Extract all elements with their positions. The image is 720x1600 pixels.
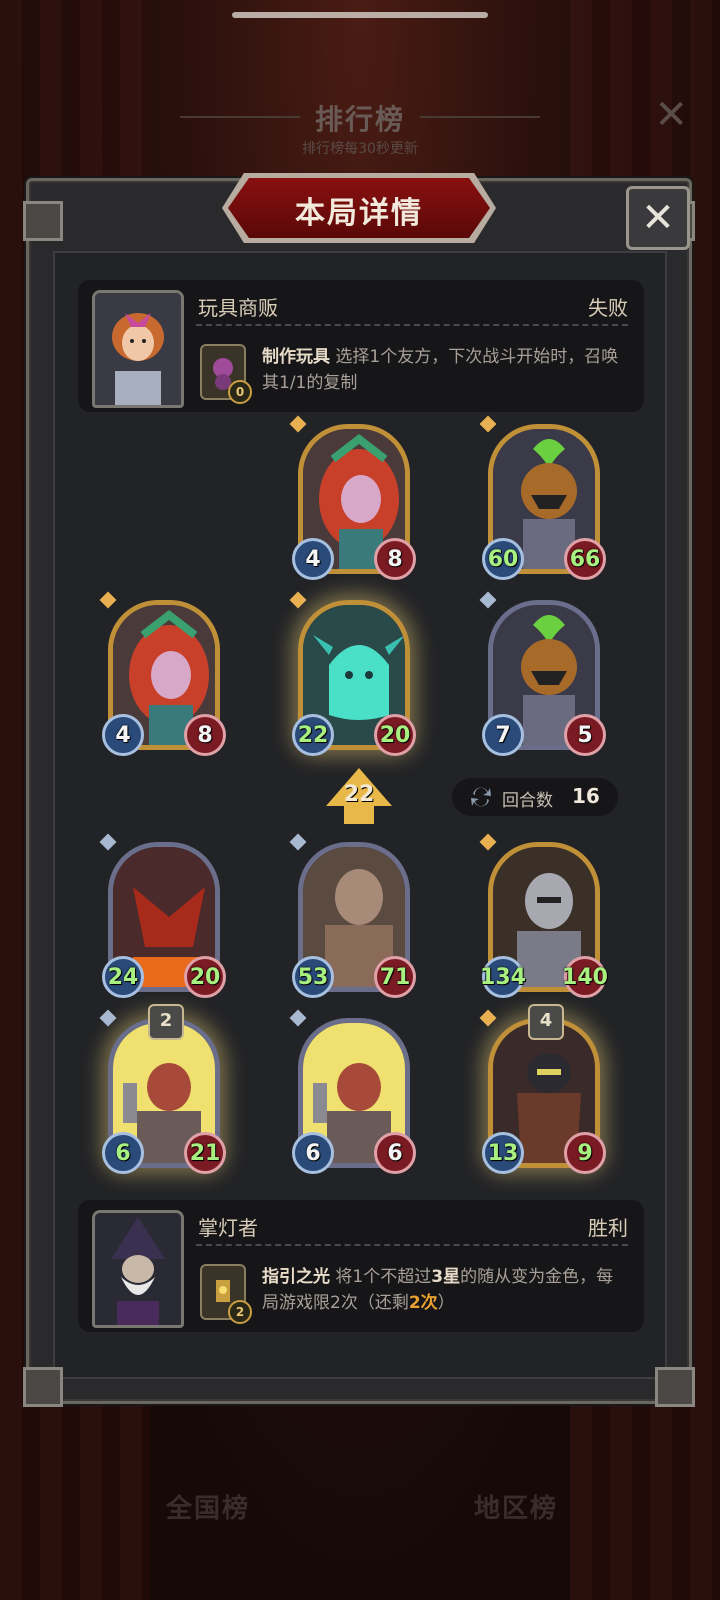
tab-region[interactable]: 地区榜 [474,1488,558,1525]
attack-stat: 6 [102,1132,144,1174]
player-minion-card[interactable]: 2 6 21 [99,1004,226,1174]
opponent-minion-card[interactable]: 48 [99,591,226,756]
attack-stat: 4 [292,538,334,580]
attack-stat: 7 [482,714,524,756]
ability-cost-badge: 0 [228,380,252,404]
opponent-minion-card[interactable]: 60 66 [479,415,606,580]
ranking-title: 排行榜 [314,103,405,136]
attack-stat: 4 [102,714,144,756]
divider [196,1244,628,1246]
attack-stat: 134 [480,956,526,998]
health-stat: 66 [564,538,606,580]
player-minion-card[interactable]: 4 13 9 [479,1004,606,1174]
player-minion-card[interactable]: 53 71 [289,833,416,998]
divider [196,324,628,326]
ability-description: 指引之光 将1个不超过3星的随从变为金色，每局游戏限2次（还剩2次） [262,1264,622,1316]
star-level-badge: 4 [528,1004,564,1040]
attack-stat: 53 [292,956,334,998]
ability-name: 制作玩具 [262,347,330,367]
attack-stat: 22 [292,714,334,756]
health-stat: 20 [184,956,226,998]
cycle-icon [471,787,491,807]
ability-description: 制作玩具 选择1个友方，下次战斗开始时，召唤其1/1的复制 [262,344,622,396]
health-stat: 8 [184,714,226,756]
opponent-minion-card[interactable]: 22 20 [289,591,416,756]
ability-name: 指引之光 [262,1267,330,1287]
hero-name: 掌灯者 [198,1216,258,1240]
turn-label: 回合数 [502,791,553,811]
dialog-title: 本局详情 [295,196,423,231]
star-level-badge: 2 [148,1004,184,1040]
damage-value: 22 [343,782,375,807]
hero-result: 胜利 [588,1216,628,1240]
home-indicator [232,12,488,18]
health-stat: 21 [184,1132,226,1174]
ability-icon[interactable]: 0 [200,344,252,404]
hero-result: 失败 [588,296,628,320]
ability-icon[interactable]: 2 [200,1264,252,1324]
close-button[interactable]: ✕ [626,186,690,250]
opponent-minion-card[interactable]: 48 [289,415,416,580]
player-minion-card[interactable]: 24 20 [99,833,226,998]
opponent-minion-card[interactable]: 75 [479,591,606,756]
hero-portrait-toy-vendor [92,290,184,408]
corner-ornament [23,1367,63,1407]
ability-text: ） [437,1293,455,1313]
health-stat: 8 [374,538,416,580]
turn-counter: 回合数 16 [452,778,618,816]
attack-stat: 13 [482,1132,524,1174]
ability-text: 将1个不超过 [335,1267,432,1287]
health-stat: 9 [564,1132,606,1174]
hero-name: 玩具商贩 [198,296,278,320]
ranking-subtitle: 排行榜每30秒更新 [302,141,418,157]
corner-ornament [23,201,63,241]
player-minion-card[interactable]: 134 140 [479,833,608,998]
ability-cost-badge: 2 [228,1300,252,1324]
health-stat: 5 [564,714,606,756]
close-icon: ✕ [641,195,675,241]
health-stat: 71 [374,956,416,998]
tab-national[interactable]: 全国榜 [166,1488,250,1525]
attack-stat: 24 [102,956,144,998]
player-hero-card: 掌灯者 胜利 2 指引之光 将1个不超过3星的随从变为金色，每局游戏限2次（还剩… [78,1200,644,1332]
health-stat: 6 [374,1132,416,1174]
turn-value: 16 [572,784,600,808]
attack-stat: 60 [482,538,524,580]
ability-text-star: 3星 [431,1267,461,1287]
health-stat: 20 [374,714,416,756]
ranking-close-icon: ✕ [654,92,688,138]
hero-portrait-lamplighter [92,1210,184,1328]
health-stat: 140 [562,956,608,998]
opponent-hero-card: 玩具商贩 失败 0 制作玩具 选择1个友方，下次战斗开始时，召唤其1/1的复制 [78,280,644,412]
attack-stat: 6 [292,1132,334,1174]
player-minion-card[interactable]: 66 [289,1009,416,1174]
corner-ornament [655,1367,695,1407]
ability-remaining: 2次 [408,1293,438,1313]
